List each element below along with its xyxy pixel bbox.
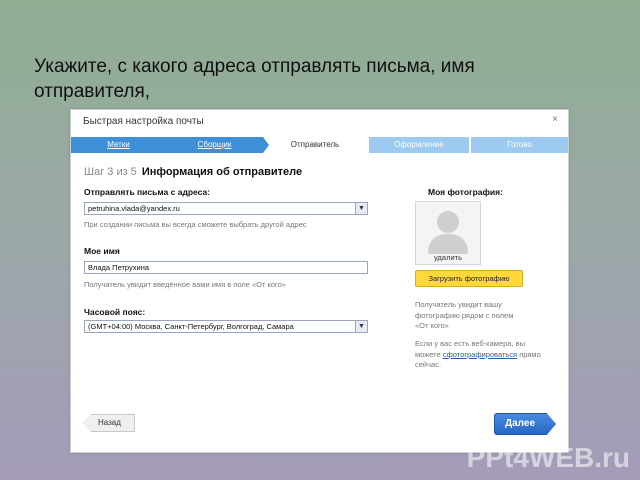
next-button[interactable]: Далее <box>494 413 556 435</box>
step-label: Оформление <box>394 140 444 149</box>
step-sender: Отправитель <box>263 137 367 153</box>
webcam-info: Если у вас есть веб-камера, вы можете сф… <box>415 339 561 371</box>
photo-label: Моя фотография: <box>428 187 503 197</box>
upload-photo-button[interactable]: Загрузить фотографию <box>415 270 523 287</box>
name-value: Влада Петрухина <box>88 263 150 272</box>
chevron-down-icon[interactable]: ▼ <box>355 203 367 214</box>
avatar-placeholder-icon <box>428 211 468 254</box>
step-done: Готово <box>471 137 568 153</box>
avatar: удалить <box>415 201 481 265</box>
back-button[interactable]: Назад <box>83 414 135 432</box>
webcam-info-line: Если у вас есть веб-камера, вы <box>415 339 526 348</box>
take-photo-link[interactable]: сфотографироваться <box>443 350 517 359</box>
step-label: Готово <box>507 140 532 149</box>
slide-title: Укажите, с какого адреса отправлять пись… <box>34 56 475 102</box>
photo-info-line: «От кого» <box>415 321 449 330</box>
step-number: Шаг 3 из 5 <box>84 166 137 178</box>
setup-dialog: Быстрая настройка почты × Метки Сборщик … <box>70 109 569 453</box>
webcam-info-line: сейчас. <box>415 360 442 369</box>
watermark: PPt4WEB.ru <box>466 442 630 473</box>
step-collector[interactable]: Сборщик <box>166 137 269 153</box>
photo-info-line: Получатель увидит вашу <box>415 300 502 309</box>
timezone-select[interactable]: (GMT+04:00) Москва, Санкт-Петербург, Вол… <box>84 320 368 333</box>
step-design: Оформление <box>369 137 469 153</box>
name-input[interactable]: Влада Петрухина <box>84 261 368 274</box>
timezone-value: (GMT+04:00) Москва, Санкт-Петербург, Вол… <box>88 322 294 331</box>
steps-bar: Метки Сборщик Отправитель Оформление Гот… <box>71 137 568 153</box>
timezone-label: Часовой пояс: <box>84 307 146 317</box>
from-hint: При создании письма вы всегда сможете вы… <box>84 220 307 229</box>
step-heading: Шаг 3 из 5 Информация об отправителе <box>84 166 302 178</box>
from-label: Отправлять письма с адреса: <box>84 187 211 197</box>
step-arrow-icon <box>263 137 269 153</box>
from-address-select[interactable]: petruhina.vlada@yandex.ru ▼ <box>84 202 368 215</box>
webcam-info-line: можете сфотографироваться прямо <box>415 350 561 361</box>
step-title: Информация об отправителе <box>141 166 303 178</box>
step-labels[interactable]: Метки <box>71 137 166 153</box>
from-address-value: petruhina.vlada@yandex.ru <box>88 204 180 213</box>
name-label: Мое имя <box>84 246 120 256</box>
dialog-title: Быстрая настройка почты <box>83 116 204 127</box>
webcam-info-text: прямо <box>519 349 541 359</box>
webcam-info-text: можете <box>415 349 441 359</box>
photo-info: Получатель увидит вашу фотографию рядом … <box>415 300 561 332</box>
name-hint: Получатель увидит введённое вами имя в п… <box>84 280 286 289</box>
close-icon[interactable]: × <box>552 114 558 125</box>
chevron-down-icon[interactable]: ▼ <box>355 321 367 332</box>
step-label[interactable]: Метки <box>107 140 130 149</box>
step-label: Отправитель <box>290 140 340 149</box>
photo-info-line: фотографию рядом с полем <box>415 310 514 320</box>
delete-photo-link[interactable]: удалить <box>416 253 480 262</box>
step-label[interactable]: Сборщик <box>198 140 232 149</box>
